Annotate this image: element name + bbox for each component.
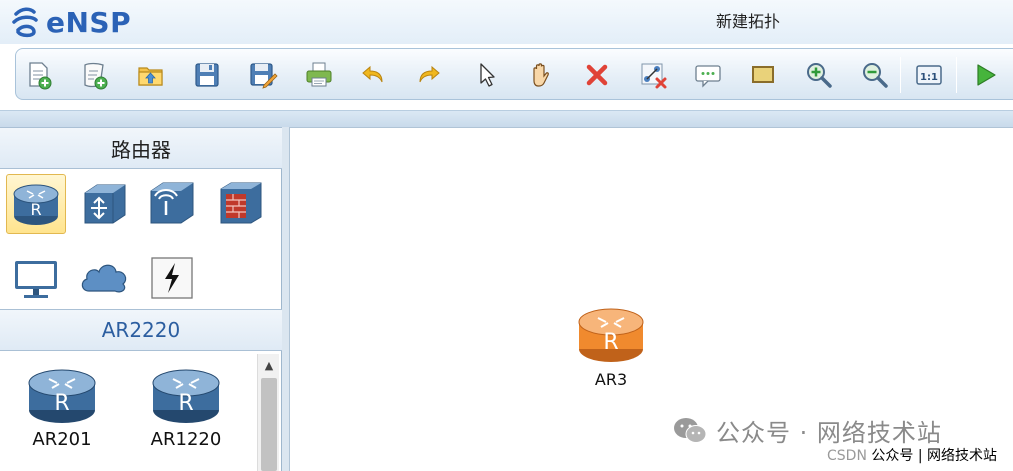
scroll-up-icon[interactable]: ▲ [258,354,280,376]
model-label: AR1220 [150,429,222,450]
category-pc[interactable] [6,248,66,308]
logo-text: eNSP [46,5,132,39]
zoom-out-icon [863,63,888,88]
cloud-icon [81,264,127,293]
category-router[interactable]: R [6,174,66,234]
delete-icon [586,64,608,86]
undo-icon [362,65,383,83]
zoom-in-button[interactable] [802,58,836,92]
app-logo: eNSP [8,4,131,40]
svg-text:R: R [54,391,69,416]
new-lab-icon [84,62,108,90]
ensp-logo-icon [12,7,38,38]
new-file-icon [29,62,52,90]
device-label: AR3 [594,370,628,389]
footer-watermark: CSDN 公众号 | 网络技术站 [827,445,997,465]
open-folder-icon [138,67,163,86]
rectangle-icon [752,66,774,83]
new-topology-button[interactable] [22,58,56,92]
toolbar-bottom-strip [0,110,1013,128]
zoom-in-icon [807,63,832,88]
undo-button[interactable] [356,58,390,92]
save-button[interactable] [190,58,224,92]
firewall-icon [220,182,262,224]
delete-link-button[interactable] [636,58,670,92]
svg-text:1:1: 1:1 [920,72,938,83]
redo-button[interactable] [412,58,446,92]
monitor-icon [15,261,57,298]
delete-link-icon [641,63,667,89]
print-icon [306,62,332,87]
watermark: 公众号 · 网络技术站 [672,413,942,448]
window-title: 新建拓扑 [716,12,781,31]
model-label: AR201 [32,429,92,450]
svg-text:R: R [178,391,193,416]
print-button[interactable] [302,58,336,92]
pan-button[interactable] [524,58,558,92]
wireless-ap-icon [150,182,194,224]
pointer-icon [480,63,495,87]
category-connection[interactable] [142,248,202,308]
actual-size-button[interactable]: 1:1 [912,58,946,92]
open-button[interactable] [134,58,168,92]
device-ar3[interactable]: R AR3 [574,300,648,389]
select-button[interactable] [470,58,504,92]
router-icon: R [578,308,644,362]
connection-icon [151,257,193,299]
model-list-scrollbar[interactable]: ▲ [257,354,279,471]
play-icon [977,64,996,86]
toolbar-separator [900,57,901,93]
rectangle-button[interactable] [746,58,780,92]
scroll-thumb[interactable] [261,378,277,471]
comment-icon [695,65,721,88]
save-icon [195,63,219,87]
hand-icon [533,63,549,87]
watermark-text: 公众号 · 网络技术站 [716,419,942,447]
wechat-icon [674,417,707,443]
new-lab-button[interactable] [78,58,112,92]
svg-text:R: R [603,330,618,355]
save-as-button[interactable] [246,58,280,92]
router-icon: R [152,369,220,423]
footer-prefix: CSDN [827,448,867,464]
toolbar-separator [956,57,957,93]
save-as-icon [250,63,278,89]
device-palette: 路由器 R AR2220 R AR201 R AR1220 [0,127,282,471]
model-header: AR2220 [0,309,282,351]
category-firewall[interactable] [210,174,270,234]
category-cloud[interactable] [74,248,134,308]
model-ar201[interactable]: R AR201 [14,361,110,450]
category-header: 路由器 [0,127,282,169]
model-ar1220[interactable]: R AR1220 [138,361,234,450]
text-note-button[interactable] [691,58,725,92]
svg-text:R: R [30,200,41,219]
category-switch[interactable] [74,174,134,234]
title-bar: eNSP 新建拓扑 [0,0,1013,44]
redo-icon [419,65,440,83]
main-toolbar: 1:1 [15,48,1013,100]
footer-watermark-text: 公众号 | 网络技术站 [871,448,997,464]
switch-icon [84,184,126,224]
delete-button[interactable] [580,58,614,92]
category-wlan[interactable] [142,174,202,234]
zoom-out-button[interactable] [858,58,892,92]
start-devices-button[interactable] [968,58,1002,92]
router-icon: R [28,369,96,423]
router-icon: R [13,184,59,225]
actual-size-icon: 1:1 [916,65,942,85]
